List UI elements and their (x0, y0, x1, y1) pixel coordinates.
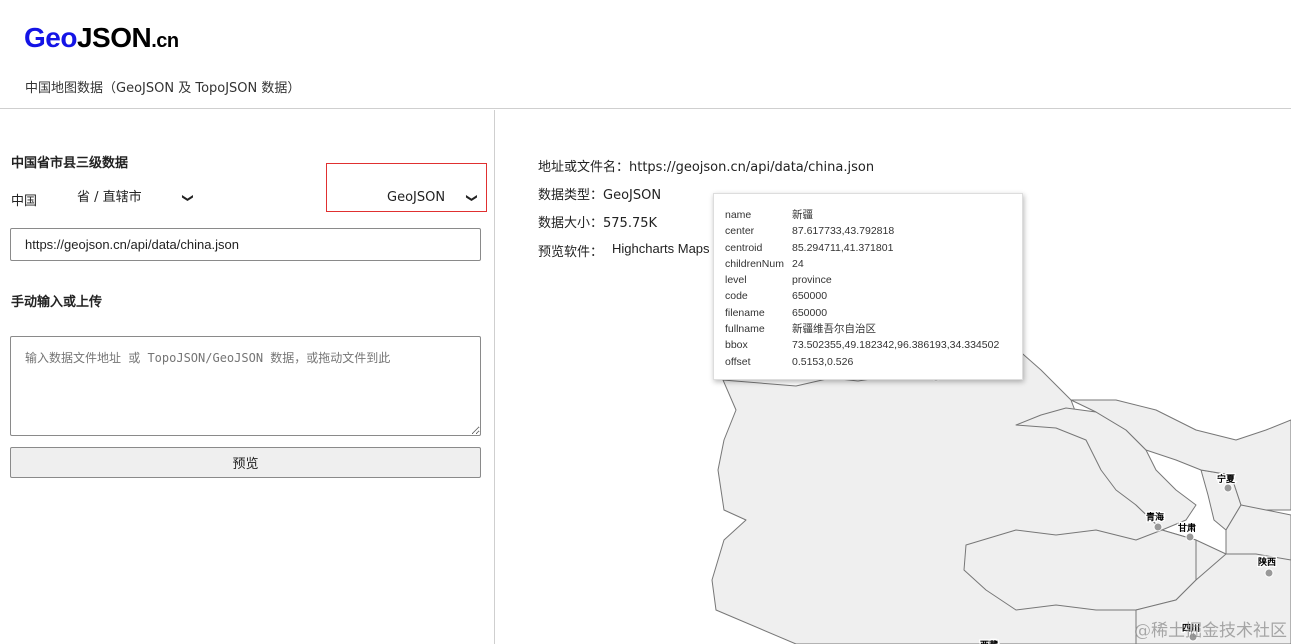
tooltip-row: level province (725, 274, 832, 287)
province-select[interactable]: 省 / 直辖市 ❯ (72, 187, 196, 209)
site-logo[interactable]: GeoJSON.cn (24, 22, 179, 54)
left-panel: 中国省市县三级数据 中国 省 / 直辖市 ❯ GeoJSON ❯ 手动输入或上传… (0, 110, 495, 644)
software-label: 预览软件： (538, 245, 604, 260)
tooltip-row: name 新疆 (725, 209, 813, 221)
section-title-admin-data: 中国省市县三级数据 (11, 156, 129, 171)
map-point-qinghai (1153, 522, 1163, 532)
tooltip-row: offset 0.5153,0.526 (725, 355, 854, 368)
map-point-shaanxi (1264, 568, 1274, 578)
country-label: 中国 (11, 194, 38, 209)
map-label-gansu: 甘肃 (1178, 522, 1196, 534)
map-point-ningxia (1223, 483, 1233, 493)
tooltip-row: code 650000 (725, 290, 828, 303)
map-point-gansu (1185, 532, 1195, 542)
data-type-line: 数据类型：GeoJSON (538, 188, 662, 203)
chevron-down-icon: ❯ (181, 193, 195, 203)
map-label-ningxia: 宁夏 (1217, 473, 1236, 485)
data-textarea[interactable] (10, 336, 481, 436)
tooltip-row: childrenNum 24 (725, 257, 804, 270)
chevron-down-icon: ❯ (465, 193, 479, 203)
format-select[interactable]: GeoJSON ❯ (382, 187, 480, 209)
map-label-qinghai: 青海 (1146, 511, 1164, 523)
address-line: 地址或文件名：https://geojson.cn/api/data/china… (538, 160, 875, 175)
tooltip-row: filename 650000 (725, 306, 828, 319)
site-subtitle: 中国地图数据（GeoJSON 及 TopoJSON 数据） (25, 81, 301, 96)
url-input[interactable] (10, 228, 481, 261)
watermark: @稀土掘金技术社区 (1134, 621, 1287, 641)
software-select[interactable]: Highcharts Maps ❯ (606, 238, 728, 260)
tooltip-row: centroid 85.294711,41.371801 (725, 241, 894, 254)
map-label-shaanxi: 陕西 (1258, 556, 1276, 568)
preview-button[interactable]: 预览 (10, 447, 481, 478)
tooltip-row: fullname 新疆维吾尔自治区 (725, 323, 876, 336)
tooltip-row: bbox 73.502355,49.182342,96.386193,34.334… (725, 339, 1000, 352)
section-title-manual-input: 手动输入或上传 (11, 295, 103, 310)
right-panel: 宁夏 青海 甘肃 陕西 四川 西藏 地址或文件名：https://geojson… (496, 110, 1291, 644)
tooltip-row: center 87.617733,43.792818 (725, 225, 895, 238)
page-header: GeoJSON.cn 中国地图数据（GeoJSON 及 TopoJSON 数据） (0, 0, 1291, 109)
map-tooltip: name 新疆 center 87.617733,43.792818 centroi… (713, 193, 1023, 380)
map-region-qinghai (963, 529, 1197, 611)
data-size-line: 数据大小：575.75K (538, 216, 658, 231)
